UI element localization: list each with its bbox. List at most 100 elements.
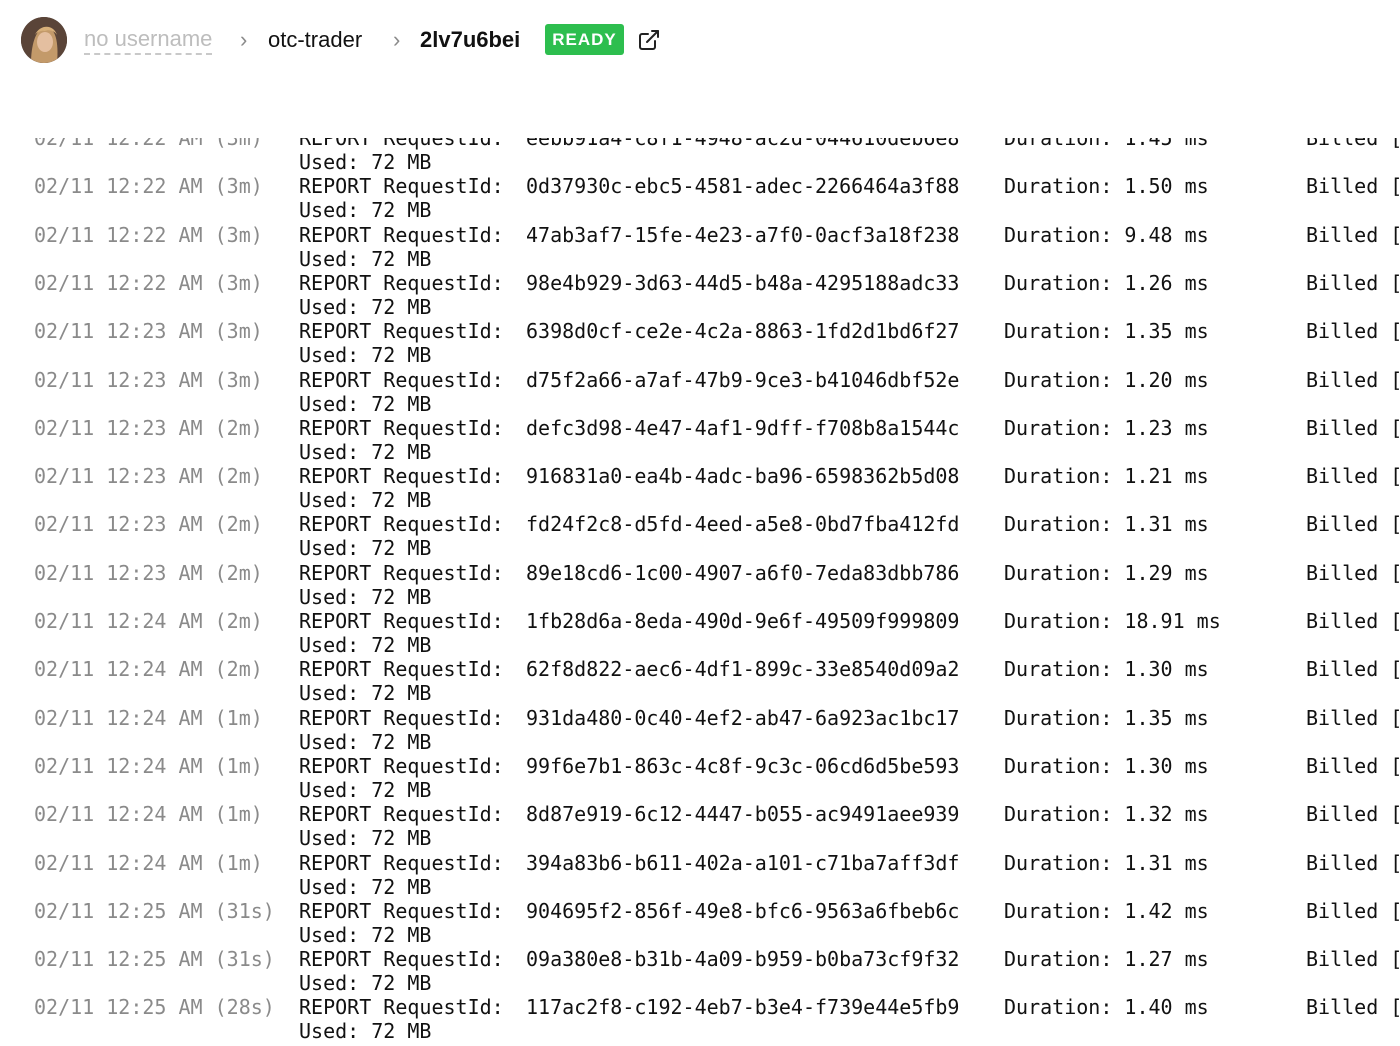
- log-duration: Duration: 1.35 ms: [1004, 705, 1209, 730]
- log-timestamp: 02/11 12:23 AM (2m): [34, 415, 263, 440]
- log-memory-used: Used: 72 MB: [299, 922, 432, 947]
- log-billed: Billed [: [1306, 657, 1400, 682]
- log-billed: Billed [: [1306, 609, 1400, 633]
- log-message: REPORT RequestId: defc3d98-4e47-4af1-9dff…: [299, 416, 1400, 464]
- log-message: REPORT RequestId: 1fb28d6a-8eda-490d-9e6f…: [299, 609, 1400, 657]
- log-timestamp: 02/11 12:24 AM (1m): [34, 705, 263, 730]
- log-timestamp: 02/11 12:24 AM (1m): [34, 802, 263, 827]
- external-link-icon[interactable]: [638, 29, 660, 51]
- log-report-label: REPORT RequestId:: [299, 560, 504, 585]
- log-billed: Billed [: [1306, 138, 1400, 150]
- log-duration: Duration: 1.31 ms: [1004, 850, 1209, 875]
- log-message-line: REPORT RequestId: 98e4b929-3d63-44d5-b48a…: [299, 271, 1400, 295]
- log-timestamp: 02/11 12:23 AM (2m): [34, 560, 263, 585]
- avatar[interactable]: [21, 17, 67, 63]
- log-row: 02/11 12:22 AM (3m) REPORT RequestId: eebb…: [0, 138, 1400, 174]
- log-request-id: fd24f2c8-d5fd-4eed-a5e8-0bd7fba412fd: [526, 512, 960, 537]
- log-timestamp: 02/11 12:24 AM (2m): [34, 657, 263, 682]
- log-billed: Billed [: [1306, 995, 1400, 1020]
- log-timestamp: 02/11 12:22 AM (3m): [34, 174, 263, 199]
- log-message-line: REPORT RequestId: 117ac2f8-c192-4eb7-b3e4…: [299, 995, 1400, 1019]
- log-report-label: REPORT RequestId:: [299, 138, 504, 150]
- username-link[interactable]: no username: [84, 26, 213, 55]
- log-memory-used: Used: 72 MB: [299, 584, 432, 609]
- log-message: REPORT RequestId: fd24f2c8-d5fd-4eed-a5e8…: [299, 512, 1400, 560]
- header: no username › otc-trader › 2lv7u6bei REA…: [0, 0, 1400, 80]
- log-request-id: 47ab3af7-15fe-4e23-a7f0-0acf3a18f238: [526, 222, 960, 247]
- log-list[interactable]: 02/11 12:22 AM (3m) REPORT RequestId: eebb…: [0, 138, 1400, 1046]
- log-row: 02/11 12:22 AM (3m) REPORT RequestId: 47ab…: [0, 223, 1400, 271]
- log-billed: Billed [: [1306, 415, 1400, 440]
- log-message: REPORT RequestId: 394a83b6-b611-402a-a101…: [299, 851, 1400, 899]
- log-message: REPORT RequestId: 89e18cd6-1c00-4907-a6f0…: [299, 561, 1400, 609]
- log-billed: Billed [: [1306, 753, 1400, 778]
- log-request-id: 09a380e8-b31b-4a09-b959-b0ba73cf9f32: [526, 947, 960, 972]
- log-timestamp: 02/11 12:25 AM (31s): [34, 947, 275, 972]
- log-duration: Duration: 1.40 ms: [1004, 995, 1209, 1020]
- log-row: 02/11 12:23 AM (2m) REPORT RequestId: fd24…: [0, 512, 1400, 560]
- log-memory-used: Used: 72 MB: [299, 777, 432, 802]
- log-timestamp: 02/11 12:22 AM (3m): [34, 222, 263, 247]
- log-message-line: REPORT RequestId: fd24f2c8-d5fd-4eed-a5e8…: [299, 512, 1400, 536]
- log-timestamp: 02/11 12:25 AM (31s): [34, 898, 275, 923]
- log-billed: Billed [: [1306, 222, 1400, 247]
- log-report-label: REPORT RequestId:: [299, 464, 504, 489]
- log-message-line: REPORT RequestId: 6398d0cf-ce2e-4c2a-8863…: [299, 319, 1400, 343]
- log-memory-used: Used: 72 MB: [299, 439, 432, 464]
- breadcrumb-project[interactable]: otc-trader: [268, 27, 362, 53]
- log-request-id: 904695f2-856f-49e8-bfc6-9563a6fbeb6c: [526, 898, 960, 923]
- log-message-line: REPORT RequestId: eebb91a4-c8f1-4948-ac2d…: [299, 138, 1400, 150]
- log-row: 02/11 12:25 AM (31s) REPORT RequestId: 09a…: [0, 947, 1400, 995]
- log-memory-used: Used: 72 MB: [299, 536, 432, 561]
- log-timestamp: 02/11 12:25 AM (28s): [34, 995, 275, 1020]
- log-memory-used: Used: 72 MB: [299, 343, 432, 368]
- log-message-line: REPORT RequestId: 904695f2-856f-49e8-bfc6…: [299, 899, 1400, 923]
- log-duration: Duration: 1.26 ms: [1004, 270, 1209, 295]
- log-duration: Duration: 1.31 ms: [1004, 512, 1209, 537]
- log-report-label: REPORT RequestId:: [299, 850, 504, 875]
- log-message: REPORT RequestId: 62f8d822-aec6-4df1-899c…: [299, 657, 1400, 705]
- log-report-label: REPORT RequestId:: [299, 995, 504, 1020]
- log-request-id: defc3d98-4e47-4af1-9dff-f708b8a1544c: [526, 415, 960, 440]
- log-row: 02/11 12:23 AM (2m) REPORT RequestId: defc…: [0, 416, 1400, 464]
- log-message-line: REPORT RequestId: 931da480-0c40-4ef2-ab47…: [299, 706, 1400, 730]
- log-billed: Billed [: [1306, 464, 1400, 489]
- log-timestamp: 02/11 12:22 AM (3m): [34, 138, 263, 150]
- log-duration: Duration: 1.45 ms: [1004, 138, 1209, 150]
- log-duration: Duration: 1.42 ms: [1004, 898, 1209, 923]
- log-duration: Duration: 18.91 ms: [1004, 609, 1221, 633]
- log-message-line: REPORT RequestId: 8d87e919-6c12-4447-b055…: [299, 802, 1400, 826]
- log-row: 02/11 12:23 AM (2m) REPORT RequestId: 89e1…: [0, 561, 1400, 609]
- log-message-line: REPORT RequestId: 0d37930c-ebc5-4581-adec…: [299, 174, 1400, 198]
- log-message: REPORT RequestId: 99f6e7b1-863c-4c8f-9c3c…: [299, 754, 1400, 802]
- log-duration: Duration: 1.27 ms: [1004, 947, 1209, 972]
- log-duration: Duration: 1.35 ms: [1004, 319, 1209, 344]
- breadcrumb-separator: ›: [240, 27, 248, 52]
- log-message: REPORT RequestId: 6398d0cf-ce2e-4c2a-8863…: [299, 319, 1400, 367]
- log-billed: Billed [: [1306, 319, 1400, 344]
- log-message-line: REPORT RequestId: 62f8d822-aec6-4df1-899c…: [299, 657, 1400, 681]
- log-request-id: eebb91a4-c8f1-4948-ac2d-044610deb6e8: [526, 138, 960, 150]
- log-message: REPORT RequestId: 09a380e8-b31b-4a09-b959…: [299, 947, 1400, 995]
- breadcrumb-deployment: 2lv7u6bei: [420, 27, 521, 52]
- log-memory-used: Used: 72 MB: [299, 874, 432, 899]
- log-report-label: REPORT RequestId:: [299, 270, 504, 295]
- log-timestamp: 02/11 12:24 AM (2m): [34, 609, 263, 633]
- log-message: REPORT RequestId: 931da480-0c40-4ef2-ab47…: [299, 706, 1400, 754]
- log-row: 02/11 12:22 AM (3m) REPORT RequestId: 98e4…: [0, 271, 1400, 319]
- log-message: REPORT RequestId: 47ab3af7-15fe-4e23-a7f0…: [299, 223, 1400, 271]
- log-report-label: REPORT RequestId:: [299, 947, 504, 972]
- log-request-id: 99f6e7b1-863c-4c8f-9c3c-06cd6d5be593: [526, 753, 960, 778]
- log-message: REPORT RequestId: d75f2a66-a7af-47b9-9ce3…: [299, 368, 1400, 416]
- log-message-line: REPORT RequestId: d75f2a66-a7af-47b9-9ce3…: [299, 368, 1400, 392]
- log-request-id: 8d87e919-6c12-4447-b055-ac9491aee939: [526, 802, 960, 827]
- log-billed: Billed [: [1306, 367, 1400, 392]
- log-row: 02/11 12:22 AM (3m) REPORT RequestId: 0d37…: [0, 174, 1400, 222]
- log-message: REPORT RequestId: 916831a0-ea4b-4adc-ba96…: [299, 464, 1400, 512]
- log-request-id: 89e18cd6-1c00-4907-a6f0-7eda83dbb786: [526, 560, 960, 585]
- log-message-line: REPORT RequestId: 394a83b6-b611-402a-a101…: [299, 851, 1400, 875]
- log-message-line: REPORT RequestId: 47ab3af7-15fe-4e23-a7f0…: [299, 223, 1400, 247]
- log-message: REPORT RequestId: 8d87e919-6c12-4447-b055…: [299, 802, 1400, 850]
- log-message-line: REPORT RequestId: 1fb28d6a-8eda-490d-9e6f…: [299, 609, 1400, 633]
- log-request-id: 916831a0-ea4b-4adc-ba96-6598362b5d08: [526, 464, 960, 489]
